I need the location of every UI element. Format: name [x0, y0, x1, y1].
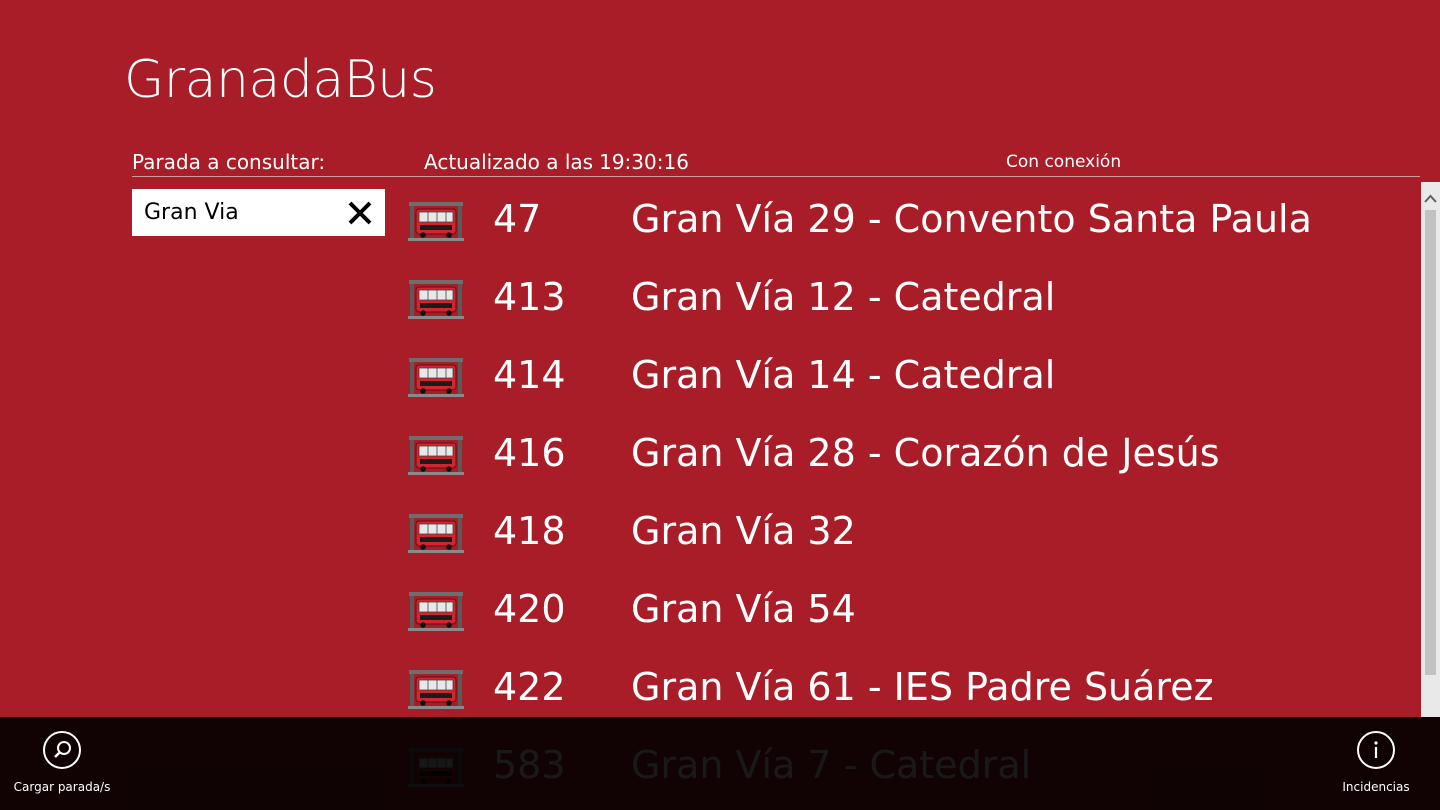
load-stops-label: Cargar parada/s: [13, 780, 111, 794]
bus-icon: [408, 201, 464, 241]
search-icon: [43, 731, 81, 769]
list-item[interactable]: 47 Gran Vía 29 - Convento Santa Paula: [408, 183, 1408, 261]
stop-name: Gran Vía 61 - IES Padre Suárez: [631, 665, 1214, 709]
stop-list: 47 Gran Vía 29 - Convento Santa Paula 413 G…: [408, 183, 1408, 803]
list-item[interactable]: 416 Gran Vía 28 - Corazón de Jesús: [408, 417, 1408, 495]
bus-icon: [408, 669, 464, 709]
stop-number: 47: [493, 197, 542, 241]
stop-number: 418: [493, 509, 566, 553]
incidents-label: Incidencias: [1342, 780, 1410, 794]
connection-status: Con conexión: [1006, 152, 1122, 172]
list-item[interactable]: 420 Gran Vía 54: [408, 573, 1408, 651]
stop-query-label: Parada a consultar:: [132, 150, 326, 174]
stop-number: 420: [493, 587, 566, 631]
stop-name: Gran Vía 54: [631, 587, 856, 631]
incidents-button[interactable]: Incidencias: [1326, 731, 1426, 794]
bus-icon: [408, 279, 464, 319]
stop-number: 422: [493, 665, 566, 709]
stop-name: Gran Vía 32: [631, 509, 856, 553]
bus-icon: [408, 513, 464, 553]
scroll-up-icon[interactable]: [1424, 194, 1437, 204]
last-updated-time: 19:30:16: [599, 150, 689, 174]
list-item[interactable]: 418 Gran Vía 32: [408, 495, 1408, 573]
scrollbar[interactable]: [1421, 182, 1440, 717]
list-item[interactable]: 414 Gran Vía 14 - Catedral: [408, 339, 1408, 417]
stop-name: Gran Vía 14 - Catedral: [631, 353, 1056, 397]
stop-number: 416: [493, 431, 566, 475]
load-stops-button[interactable]: Cargar parada/s: [12, 731, 112, 794]
header-divider: [132, 176, 1420, 177]
list-item[interactable]: 413 Gran Vía 12 - Catedral: [408, 261, 1408, 339]
last-updated: Actualizado a las 19:30:16: [424, 150, 689, 174]
stop-name: Gran Vía 29 - Convento Santa Paula: [631, 197, 1312, 241]
bus-icon: [408, 591, 464, 631]
stop-number: 413: [493, 275, 566, 319]
stop-name: Gran Vía 28 - Corazón de Jesús: [631, 431, 1220, 475]
search-box: [132, 189, 385, 236]
close-icon[interactable]: [345, 198, 375, 228]
search-input[interactable]: [132, 189, 332, 236]
stop-number: 414: [493, 353, 566, 397]
last-updated-label: Actualizado a las: [424, 150, 594, 174]
app-title: GranadaBus: [124, 50, 437, 110]
scrollbar-thumb[interactable]: [1425, 210, 1436, 675]
bus-icon: [408, 435, 464, 475]
stop-name: Gran Vía 12 - Catedral: [631, 275, 1056, 319]
app-bar: Cargar parada/s Incidencias: [0, 717, 1440, 810]
bus-icon: [408, 357, 464, 397]
info-icon: [1357, 731, 1395, 769]
